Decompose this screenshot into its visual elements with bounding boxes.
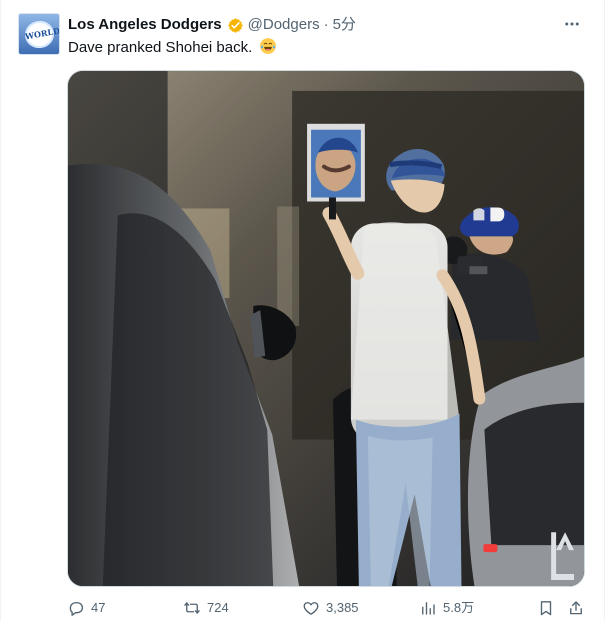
views-count: 5.8万 xyxy=(443,600,475,615)
reply-button[interactable]: 47 xyxy=(67,597,105,619)
share-upload-icon xyxy=(570,601,582,615)
reply-icon xyxy=(69,602,84,616)
tweet-photo[interactable]: LA xyxy=(67,70,585,587)
author-handle[interactable]: @Dodgers xyxy=(248,15,320,35)
repost-count: 724 xyxy=(207,600,229,615)
header-separator: · xyxy=(323,16,329,33)
tweet-text-content: Dave pranked Shohei back. xyxy=(68,39,253,56)
more-options-button[interactable] xyxy=(558,12,586,36)
display-name[interactable]: Los Angeles Dodgers xyxy=(68,15,222,35)
photo-illustration xyxy=(68,71,584,586)
heart-icon xyxy=(303,602,319,615)
avatar-emblem-text: WORLD Champions xyxy=(22,18,59,54)
repost-button[interactable]: 724 xyxy=(183,597,229,619)
reply-count: 47 xyxy=(91,600,106,615)
avatar[interactable]: WORLD Champions xyxy=(18,13,60,55)
tweet-timestamp[interactable]: 5分 xyxy=(333,15,356,35)
tweet-actions: 47 724 3,385 5.8万 xyxy=(67,597,587,619)
bookmark-icon xyxy=(540,601,552,616)
repost-icon xyxy=(184,602,200,614)
tweet-header: Los Angeles Dodgers @Dodgers · 5分 xyxy=(68,14,356,36)
share-button[interactable] xyxy=(567,597,585,619)
like-button[interactable]: 3,385 xyxy=(302,597,359,619)
tweet-text: Dave pranked Shohei back. 😂 xyxy=(68,37,277,58)
tweet-card[interactable]: WORLD Champions Los Angeles Dodgers @Dod… xyxy=(0,0,605,621)
verified-badge-icon xyxy=(227,17,244,34)
more-horizontal-icon xyxy=(565,22,579,26)
views-button[interactable]: 5.8万 xyxy=(419,597,474,619)
like-count: 3,385 xyxy=(326,600,359,615)
views-bar-chart-icon xyxy=(422,602,435,615)
laughing-emoji-icon xyxy=(259,37,277,55)
bookmark-button[interactable] xyxy=(537,597,555,619)
